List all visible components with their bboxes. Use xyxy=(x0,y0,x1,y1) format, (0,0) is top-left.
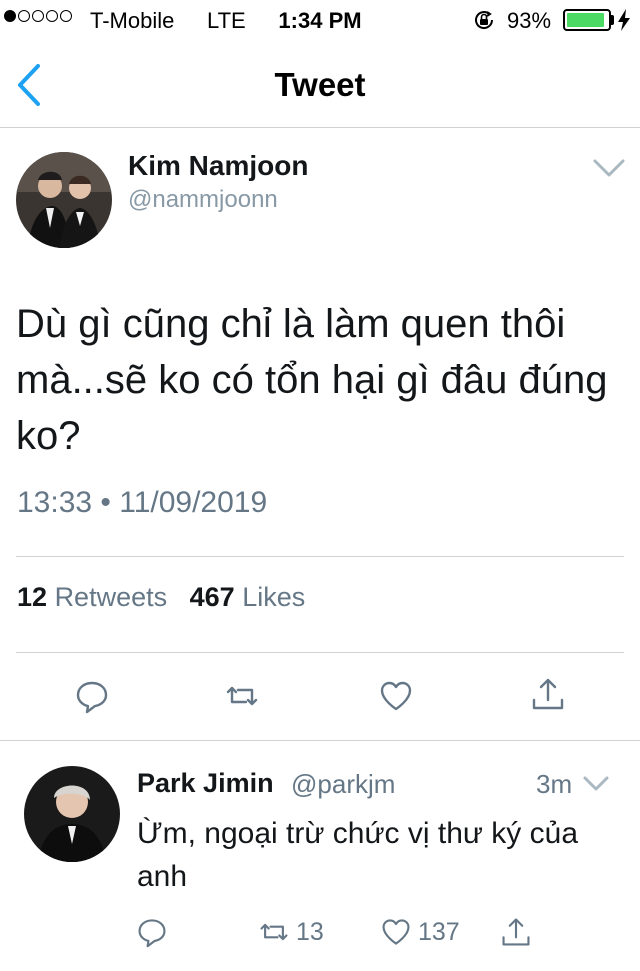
orientation-lock-icon xyxy=(475,11,494,29)
reply-text: Ừm, ngoại trừ chức vị thư ký của anh xyxy=(137,817,579,893)
reply-like-button[interactable]: 137 xyxy=(380,914,460,950)
tweet-timestamp: 13:33 • 11/09/2019 xyxy=(17,486,268,519)
reply-share-button[interactable] xyxy=(500,914,532,950)
retweet-count: 12 xyxy=(17,582,48,612)
charging-bolt-icon xyxy=(618,9,630,31)
likes-label: Likes xyxy=(242,582,306,612)
share-icon xyxy=(502,918,530,946)
divider xyxy=(16,556,624,557)
divider xyxy=(0,740,640,741)
status-bar: T-Mobile LTE 1:34 PM 93% xyxy=(0,0,640,40)
avatar[interactable] xyxy=(16,152,112,248)
like-count: 467 xyxy=(189,582,235,612)
reply-retweet-button[interactable]: 13 xyxy=(258,914,324,950)
reply-author-name[interactable]: Park Jimin xyxy=(137,768,274,799)
retweet-icon xyxy=(260,923,288,941)
divider xyxy=(16,652,624,653)
retweets-label: Retweets xyxy=(54,582,168,612)
reply-like-count: 137 xyxy=(418,917,460,946)
tweet-stats: 12 Retweets 467 Likes xyxy=(17,582,305,613)
retweet-count-link[interactable]: 12 Retweets xyxy=(17,582,167,612)
battery-percent: 93% xyxy=(507,8,552,33)
reply-icon[interactable] xyxy=(74,678,110,714)
nav-bar: Tweet xyxy=(0,40,640,128)
reply-icon xyxy=(138,919,166,948)
reply-avatar[interactable] xyxy=(24,766,120,862)
like-icon xyxy=(382,919,410,945)
retweet-icon[interactable] xyxy=(224,678,260,714)
chevron-down-icon[interactable] xyxy=(592,156,626,180)
author-name[interactable]: Kim Namjoon xyxy=(128,150,308,182)
like-icon[interactable] xyxy=(378,678,414,714)
chevron-down-icon[interactable] xyxy=(582,774,610,794)
like-count-link[interactable]: 467 Likes xyxy=(190,582,306,612)
reply-time: 3m xyxy=(536,769,573,799)
tweet-text: Dù gì cũng chỉ là làm quen thôi mà...sẽ … xyxy=(16,302,608,458)
battery-icon xyxy=(563,9,611,31)
reply-author-handle[interactable]: @parkjm xyxy=(291,769,395,800)
author-handle[interactable]: @nammjoonn xyxy=(128,186,278,214)
share-icon[interactable] xyxy=(530,676,566,712)
page-title: Tweet xyxy=(274,66,366,103)
reply-reply-button[interactable] xyxy=(136,914,168,950)
reply-retweet-count: 13 xyxy=(296,917,324,946)
